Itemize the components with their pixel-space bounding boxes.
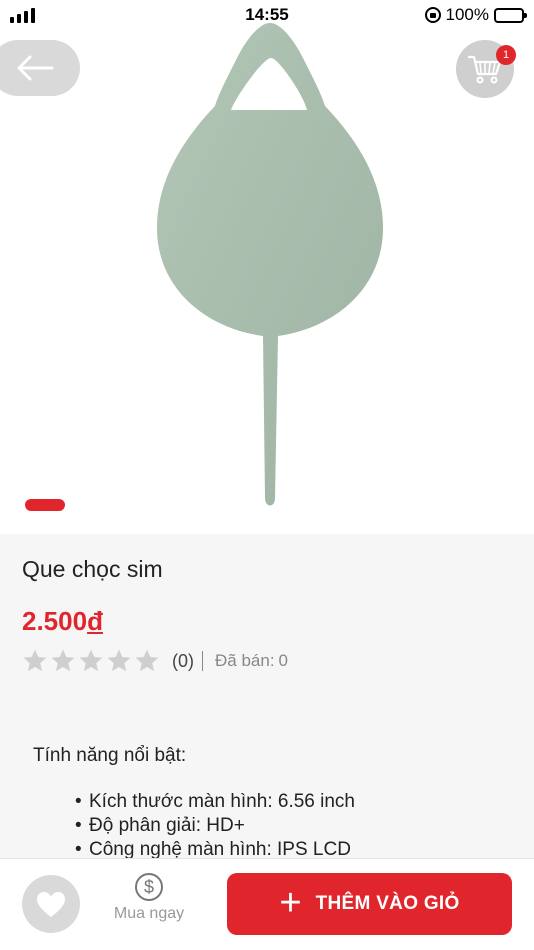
star-icon xyxy=(51,649,75,672)
add-to-cart-label: THÊM VÀO GIỎ xyxy=(315,893,460,914)
buy-now-label: Mua ngay xyxy=(113,905,185,922)
product-detail-screen: 1 14:55 100% Que chọc sim 2.500đ (0) Đã … xyxy=(0,0,534,950)
arrow-left-icon xyxy=(17,55,54,81)
price-currency: đ xyxy=(87,606,103,636)
favorite-button[interactable] xyxy=(22,875,80,933)
sim-ejector-pin-image xyxy=(157,23,383,506)
star-icon xyxy=(107,649,131,672)
product-rating: (0) Đã bán: 0 xyxy=(22,648,288,674)
buy-now-button[interactable]: $ Mua ngay xyxy=(104,873,194,923)
star-icon xyxy=(23,649,47,672)
product-image-gallery[interactable]: 1 xyxy=(0,0,534,534)
sold-info: Đã bán: 0 xyxy=(211,651,288,671)
star-icon xyxy=(135,649,159,672)
star-icon xyxy=(79,649,103,672)
heart-icon xyxy=(37,891,65,917)
rating-stars xyxy=(22,648,160,674)
feature-item: Độ phân giải: HD+ xyxy=(75,814,355,838)
status-bar: 14:55 100% xyxy=(0,0,534,30)
rating-count: (0) xyxy=(172,650,194,671)
divider xyxy=(202,651,203,671)
cart-count-badge: 1 xyxy=(496,45,516,65)
cart-button[interactable]: 1 xyxy=(456,40,516,98)
sold-count: 0 xyxy=(278,651,289,670)
battery-charging-icon xyxy=(494,7,527,23)
features-heading: Tính năng nổi bật: xyxy=(33,745,187,766)
dollar-icon: $ xyxy=(135,873,163,901)
product-price: 2.500đ xyxy=(22,606,103,637)
feature-item: Kích thước màn hình: 6.56 inch xyxy=(75,790,355,814)
plus-icon: + xyxy=(279,881,302,924)
product-title: Que chọc sim xyxy=(22,556,163,582)
features-list: Kích thước màn hình: 6.56 inch Độ phân g… xyxy=(75,790,355,862)
gallery-page-indicator[interactable] xyxy=(25,499,65,511)
sold-label: Đã bán: xyxy=(215,651,275,670)
orientation-lock-icon xyxy=(424,7,441,23)
add-to-cart-button[interactable]: + THÊM VÀO GIỎ xyxy=(227,873,512,935)
price-value: 2.500 xyxy=(22,606,88,636)
back-button[interactable] xyxy=(0,40,80,96)
bottom-action-bar: $ Mua ngay + THÊM VÀO GIỎ xyxy=(0,858,534,950)
battery-percentage: 100% xyxy=(445,5,489,24)
